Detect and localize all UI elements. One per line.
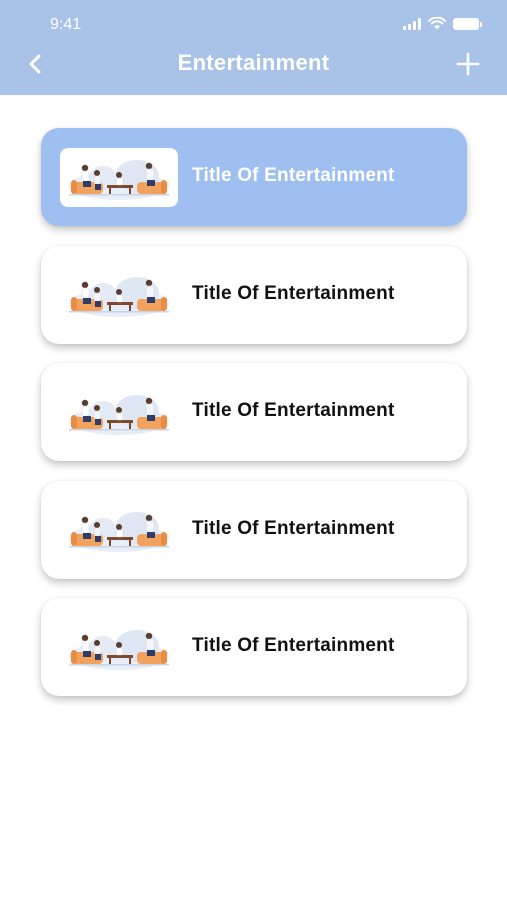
card-title: Title Of Entertainment [192,517,395,539]
entertainment-thumbnail [60,266,178,325]
card-title: Title Of Entertainment [192,282,395,304]
card-title: Title Of Entertainment [192,165,395,186]
signal-icon [403,17,421,30]
card-title: Title Of Entertainment [192,400,395,421]
app-header: 9:41 Entertainment [0,0,507,95]
add-button[interactable] [453,48,483,80]
entertainment-card[interactable]: Title Of Entertainment [41,245,467,344]
entertainment-thumbnail [60,148,178,207]
entertainment-card[interactable]: Title Of Entertainment [41,480,467,579]
entertainment-card[interactable]: Title Of Entertainment [41,598,467,696]
plus-icon [456,52,480,76]
status-time: 9:41 [50,16,82,33]
entertainment-list: Title Of Entertainment Title Of Entertai… [41,128,467,716]
entertainment-thumbnail [60,618,178,677]
status-icons [403,17,482,30]
page-title: Entertainment [177,50,330,75]
card-title: Title Of Entertainment [192,635,395,656]
entertainment-card[interactable]: Title Of Entertainment [41,128,467,226]
entertainment-thumbnail [60,501,178,560]
entertainment-thumbnail [60,383,178,442]
entertainment-card[interactable]: Title Of Entertainment [41,363,467,461]
wifi-icon [428,17,446,30]
battery-icon [453,17,482,30]
